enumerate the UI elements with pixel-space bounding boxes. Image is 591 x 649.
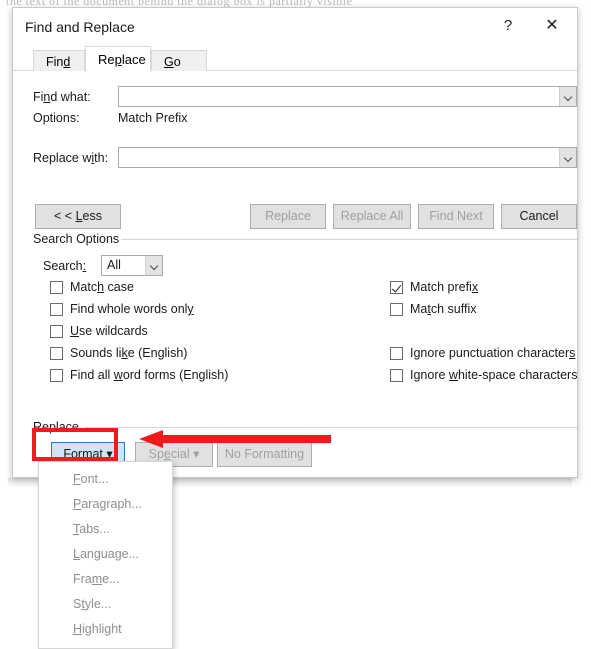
find-all-word-forms-checkbox-box[interactable]	[50, 369, 63, 382]
close-icon[interactable]: ✕	[535, 12, 569, 40]
match-suffix-checkbox-box[interactable]	[390, 303, 403, 316]
menu-item-tabs[interactable]: Tabs...	[39, 517, 172, 542]
match-case-checkbox-box[interactable]	[50, 281, 63, 294]
find-whole-words-checkbox-box[interactable]	[50, 303, 63, 316]
replace-with-label: Replace with:	[33, 151, 109, 165]
cancel-button[interactable]: Cancel	[501, 204, 577, 229]
tab-find-label: Fin	[46, 55, 64, 69]
menu-item-language[interactable]: Language...	[39, 542, 172, 567]
dialog-tabstrip: Find Replace Go To	[13, 46, 577, 91]
menu-item-paragraph[interactable]: Paragraph...	[39, 492, 172, 517]
tab-replace[interactable]: Replace	[85, 46, 151, 72]
search-label: Search:	[43, 259, 87, 273]
match-prefix-label: Match prefix	[410, 280, 479, 294]
search-options-group-label: Search Options	[33, 232, 126, 246]
search-options-divider	[121, 239, 577, 240]
use-wildcards-label: Use wildcards	[70, 324, 148, 338]
less-button[interactable]: < < Less	[35, 204, 121, 229]
pointer-arrow-icon	[139, 430, 331, 448]
dialog-body: Find what: Options: Match Prefix Replace…	[13, 71, 577, 477]
find-all-word-forms-label: Find all word forms (English)	[70, 368, 229, 382]
tab-replace-accel: p	[114, 52, 122, 67]
find-what-input[interactable]	[118, 86, 577, 107]
ignore-white-space-label: Ignore white-space characters	[410, 368, 578, 382]
use-wildcards-checkbox-box[interactable]	[50, 325, 63, 338]
match-prefix-checkbox-box[interactable]	[390, 281, 403, 294]
tab-find[interactable]: Find	[33, 50, 85, 72]
dialog-title: Find and Replace	[25, 19, 135, 35]
find-whole-words-label: Find whole words only	[70, 302, 194, 316]
dialog-titlebar: Find and Replace ? ✕	[13, 8, 577, 46]
replace-all-button[interactable]: Replace All	[333, 204, 411, 229]
tab-goto-accel: G	[164, 55, 174, 69]
replace-with-input[interactable]	[118, 147, 577, 168]
search-scope-select[interactable]: All	[101, 255, 163, 276]
find-next-button[interactable]: Find Next	[418, 204, 494, 229]
find-what-chevron-down-icon[interactable]	[559, 87, 576, 106]
tab-replace-label-post: lace	[121, 52, 146, 67]
options-value: Match Prefix	[118, 111, 188, 125]
replace-button[interactable]: Replace	[250, 204, 326, 229]
match-case-label: Match case	[70, 280, 134, 294]
sounds-like-checkbox-box[interactable]	[50, 347, 63, 360]
match-suffix-label: Match suffix	[410, 302, 477, 316]
menu-item-frame[interactable]: Frame...	[39, 567, 172, 592]
replace-with-chevron-down-icon[interactable]	[559, 148, 576, 167]
format-dropdown-menu: Font... Paragraph... Tabs... Language...…	[38, 461, 173, 649]
help-icon[interactable]: ?	[491, 12, 525, 40]
ignore-punctuation-label: Ignore punctuation characters	[410, 346, 576, 360]
search-scope-chevron-down-icon[interactable]	[145, 256, 162, 275]
ignore-white-space-checkbox-box[interactable]	[390, 369, 403, 382]
options-label: Options:	[33, 111, 80, 125]
find-what-label: Find what:	[33, 90, 91, 104]
sounds-like-label: Sounds like (English)	[70, 346, 188, 360]
menu-item-highlight[interactable]: Highlight	[39, 617, 172, 642]
search-scope-value: All	[107, 258, 121, 272]
tab-goto[interactable]: Go To	[151, 50, 207, 91]
menu-item-font[interactable]: Font...	[39, 467, 172, 492]
format-button-highlight-box	[32, 428, 118, 461]
tab-replace-label: Re	[98, 52, 115, 67]
ignore-punctuation-checkbox-box[interactable]	[390, 347, 403, 360]
tab-find-accel: d	[63, 55, 71, 69]
find-and-replace-dialog: Find and Replace ? ✕ Find Replace Go To …	[12, 7, 578, 478]
menu-item-style[interactable]: Style...	[39, 592, 172, 617]
